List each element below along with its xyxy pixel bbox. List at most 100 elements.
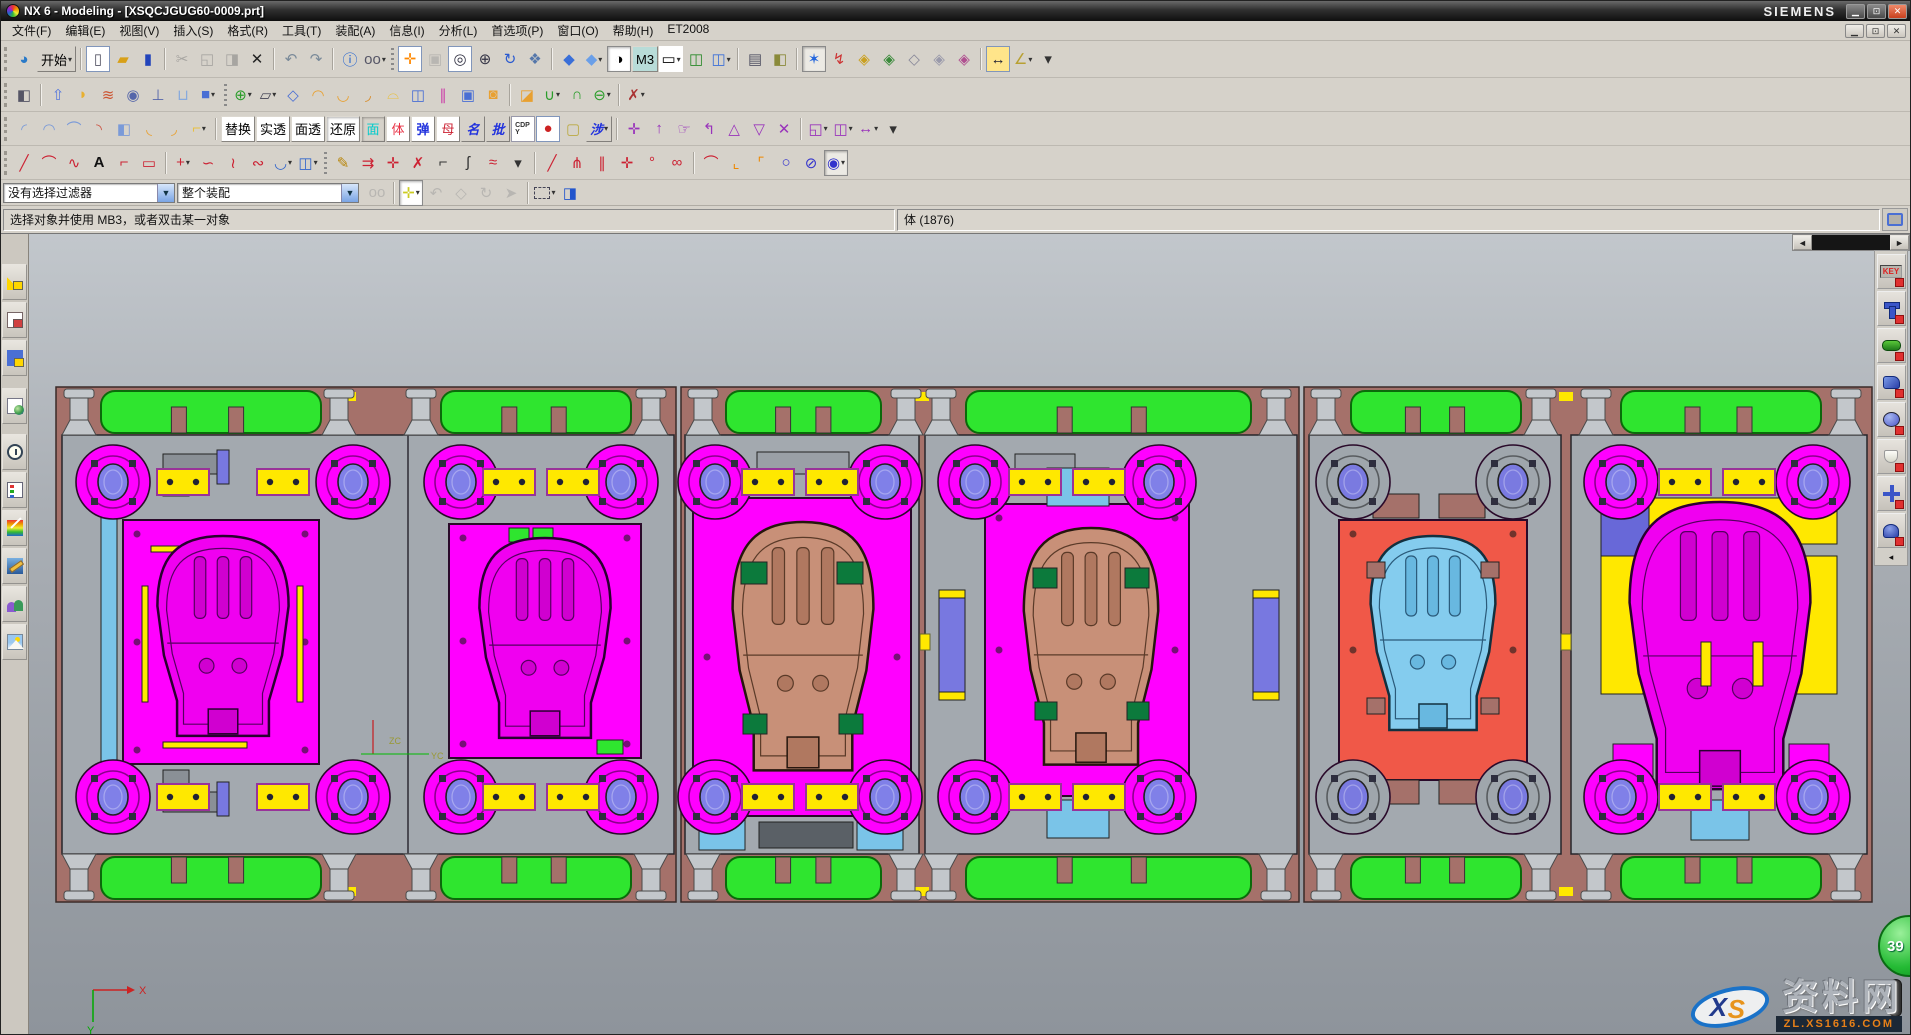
section-surface-icon[interactable]: ◧	[112, 116, 136, 142]
project-curve-icon[interactable]: ◫▾	[296, 150, 320, 176]
trim-body-icon[interactable]: ◪	[515, 82, 539, 108]
menu-item-11[interactable]: 帮助(H)	[606, 21, 661, 40]
part-green-cylinder-button[interactable]	[1877, 328, 1906, 363]
menu-item-7[interactable]: 信息(I)	[382, 21, 431, 40]
scroll-track[interactable]	[1812, 235, 1890, 250]
point-icon[interactable]: +▾	[171, 150, 195, 176]
tab-constraint-navigator[interactable]	[2, 302, 27, 338]
menu-item-12[interactable]: ET2008	[660, 21, 716, 40]
dropdown-caret-icon[interactable]: ▾	[202, 124, 206, 133]
sheet-bend-icon[interactable]: ⌓	[381, 82, 405, 108]
face-button[interactable]: 面	[361, 116, 385, 142]
dropdown-caret-icon[interactable]: ▾	[641, 90, 645, 99]
offset-region-icon[interactable]: ☞	[672, 116, 696, 142]
find-component-icon[interactable]: oo▾	[363, 46, 387, 72]
extrude-icon[interactable]: ⇧	[46, 82, 70, 108]
dropdown-caret-icon[interactable]: ▾	[727, 55, 731, 64]
fillet-trim-icon[interactable]: ⌞	[724, 150, 748, 176]
tab-assembly-navigator[interactable]	[2, 264, 27, 300]
delete-curve-icon[interactable]: ✗	[406, 150, 430, 176]
datum-plane-icon[interactable]: ⊕▾	[231, 82, 255, 108]
layer-view-icon[interactable]: ◧	[768, 46, 792, 72]
horizontal-scrollbar[interactable]: ◄ ►	[1792, 234, 1910, 251]
new-file-icon[interactable]: ▯	[86, 46, 110, 72]
minimize-button[interactable]: ▁	[1846, 4, 1865, 19]
resize-face-icon[interactable]: ▽	[747, 116, 771, 142]
center-button[interactable]: 母	[436, 116, 460, 142]
solid-transparent-button[interactable]: 实透	[256, 116, 290, 142]
face-transparent-button[interactable]: 面透	[291, 116, 325, 142]
menu-item-2[interactable]: 视图(V)	[112, 21, 166, 40]
copy-face-icon[interactable]: ◱▾	[806, 116, 830, 142]
ruled-surface-icon[interactable]: ◜	[12, 116, 36, 142]
dropdown-caret-icon[interactable]: ▾	[598, 55, 602, 64]
cad-canvas[interactable]: ZCYCXY	[29, 234, 1910, 1035]
intersect-icon[interactable]: ∩	[565, 82, 589, 108]
dropdown-caret-icon[interactable]: ▾	[874, 124, 878, 133]
rectangle-icon[interactable]: ▭	[137, 150, 161, 176]
m3-tool-button[interactable]: M3	[632, 46, 658, 72]
dropdown-caret-icon[interactable]: ▾	[382, 55, 386, 64]
circle-point-icon[interactable]: °	[640, 150, 664, 176]
mdi-restore-button[interactable]: ⊡	[1866, 24, 1885, 38]
interference-button[interactable]: 涉▾	[586, 116, 612, 142]
pattern-feature-icon[interactable]: ◧	[12, 82, 36, 108]
mirror-face-icon[interactable]: ◫▾	[831, 116, 855, 142]
two-circles-icon[interactable]: ∞	[665, 150, 689, 176]
tab-reuse-library[interactable]	[2, 388, 27, 424]
dropdown-caret-icon[interactable]: ▾	[288, 158, 292, 167]
snap-diamond-icon[interactable]: ◇	[902, 46, 926, 72]
copy-icon[interactable]: ◱	[195, 46, 219, 72]
cut-icon[interactable]: ✂	[170, 46, 194, 72]
csys-orient-icon[interactable]: ✶	[802, 46, 826, 72]
corner-curve-icon[interactable]: ⌐	[431, 150, 455, 176]
dropdown-caret-icon[interactable]: ▾	[604, 124, 608, 133]
bend-icon[interactable]: ◡	[331, 82, 355, 108]
dropdown-caret-icon[interactable]: ▾	[1028, 55, 1032, 64]
layer-settings-icon[interactable]: ▤	[743, 46, 767, 72]
arc-icon[interactable]: ⌒	[37, 150, 61, 176]
find-filter-icon[interactable]: oo	[365, 180, 389, 206]
replace-face-icon[interactable]: ↰	[697, 116, 721, 142]
part-key-button[interactable]: KEY	[1877, 254, 1906, 289]
toolbar-grip[interactable]	[4, 117, 8, 141]
copy-tool-icon[interactable]: CDPY	[511, 116, 535, 142]
mdi-close-button[interactable]: ✕	[1887, 24, 1906, 38]
close-button[interactable]: ✕	[1888, 4, 1907, 19]
rib-icon[interactable]: ∥	[431, 82, 455, 108]
n-sided-surface-icon[interactable]: ◞	[162, 116, 186, 142]
selection-scope-combo[interactable]: 整个装配 ▼	[177, 183, 359, 203]
dropdown-caret-icon[interactable]: ▾	[211, 90, 215, 99]
menu-item-9[interactable]: 首选项(P)	[484, 21, 550, 40]
hide-body-icon[interactable]: ●	[536, 116, 560, 142]
clip-work-section-icon[interactable]: ◫▾	[709, 46, 733, 72]
mirror-curve-icon[interactable]: ∾	[246, 150, 270, 176]
part-t-block-button[interactable]	[1877, 291, 1906, 326]
toolbar-grip[interactable]	[4, 47, 8, 71]
shaded-view-icon[interactable]: ◆▾	[582, 46, 606, 72]
circle-pressed-icon[interactable]: ◉▾	[824, 150, 848, 176]
part-bracket-button[interactable]	[1877, 365, 1906, 400]
dropdown-caret-icon[interactable]: ▾	[556, 90, 560, 99]
part-cup-button[interactable]	[1877, 439, 1906, 474]
plane-icon[interactable]: ▱▾	[256, 82, 280, 108]
step-surface-icon[interactable]: ⌐▾	[187, 116, 211, 142]
edit-curve-icon[interactable]: ⇉	[356, 150, 380, 176]
offset-curve-icon[interactable]: ∽	[196, 150, 220, 176]
mdi-minimize-button[interactable]: ▁	[1845, 24, 1864, 38]
tab-palette[interactable]	[2, 472, 27, 508]
delete-face-icon[interactable]: △	[722, 116, 746, 142]
dropdown-caret-icon[interactable]: ▾	[849, 124, 853, 133]
flange-icon[interactable]: ◞	[356, 82, 380, 108]
dropdown-caret-icon[interactable]: ▾	[186, 158, 190, 167]
spring-button[interactable]: 弹	[411, 116, 435, 142]
line-icon[interactable]: ╱	[12, 150, 36, 176]
line-2pt-icon[interactable]: ╱	[540, 150, 564, 176]
undo-icon[interactable]: ↶	[279, 46, 303, 72]
open-box-icon[interactable]: ◨	[558, 180, 582, 206]
through-curves-icon[interactable]: ◠	[37, 116, 61, 142]
delete-body-icon[interactable]: ✗▾	[624, 82, 648, 108]
line-multiple-icon[interactable]: ⋔	[565, 150, 589, 176]
dropdown-caret-icon[interactable]: ▾	[314, 158, 318, 167]
sweep-icon[interactable]: ≋	[96, 82, 120, 108]
